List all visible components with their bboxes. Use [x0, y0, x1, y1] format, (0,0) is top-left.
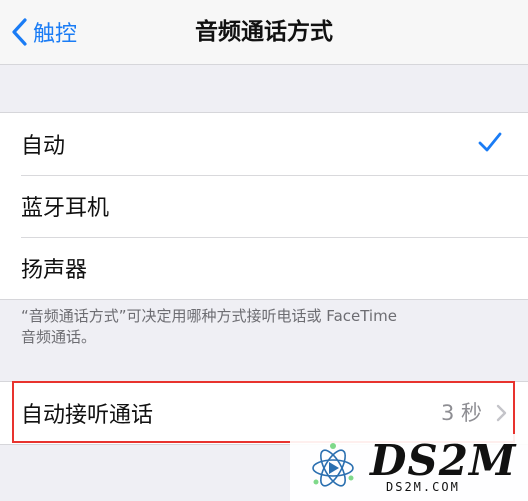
footer-line-2: 音频通话。	[21, 328, 97, 346]
checkmark-icon	[478, 132, 502, 152]
option-label: 自动	[21, 134, 66, 159]
watermark-url: DS2M.COM	[386, 480, 460, 494]
atom-logo-icon	[312, 443, 354, 487]
page-title: 音频通话方式	[195, 19, 333, 45]
option-row-speaker[interactable]: 扬声器	[0, 237, 528, 299]
watermark: DS2M DS2M.COM	[290, 434, 528, 501]
option-row-bluetooth-headset[interactable]: 蓝牙耳机	[0, 175, 528, 237]
chevron-right-icon	[496, 404, 507, 422]
footer-line-1: “音频通话方式”可决定用哪种方式接听电话或 FaceTime	[21, 307, 397, 325]
option-row-auto[interactable]: 自动	[0, 113, 528, 175]
option-label: 扬声器	[21, 258, 88, 283]
auto-answer-label: 自动接听通话	[21, 403, 154, 428]
watermark-brand: DS2M	[370, 436, 517, 485]
option-label: 蓝牙耳机	[21, 196, 110, 221]
audio-routing-options: 自动 蓝牙耳机 扬声器	[0, 112, 528, 300]
navigation-bar: 触控 音频通话方式	[0, 0, 528, 65]
section-footer-note: “音频通话方式”可决定用哪种方式接听电话或 FaceTime 音频通话。	[21, 306, 491, 348]
